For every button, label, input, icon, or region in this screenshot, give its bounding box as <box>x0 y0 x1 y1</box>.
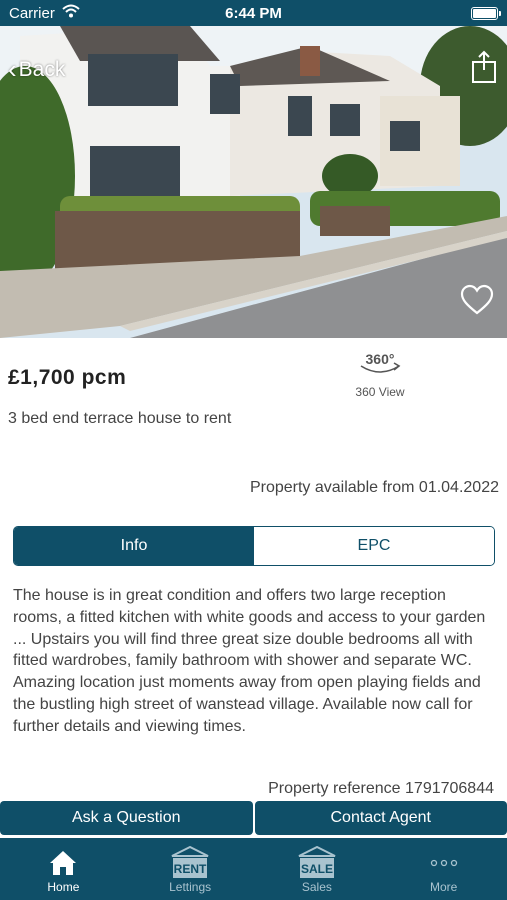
back-button[interactable]: ‹ Back <box>8 54 65 85</box>
rent-sign-text: RENT <box>174 862 207 876</box>
view-360-label: 360 View <box>355 385 405 399</box>
favourite-heart-icon[interactable] <box>459 284 495 316</box>
tab-bar-sales[interactable]: SALE Sales <box>254 838 381 900</box>
more-icon <box>430 859 457 867</box>
view-360-icon: 360° <box>360 351 401 373</box>
status-time: 6:44 PM <box>225 5 282 22</box>
tab-bar-home[interactable]: Home <box>0 838 127 900</box>
property-description: The house is in great condition and offe… <box>13 587 486 735</box>
view-360-badge: 360° <box>366 351 395 367</box>
property-price: £1,700 pcm <box>8 366 127 389</box>
view-360-button[interactable]: 360° 360 View <box>340 348 420 399</box>
tab-bar-lettings-label: Lettings <box>169 880 212 894</box>
property-summary: 3 bed end terrace house to rent <box>8 410 232 427</box>
share-icon[interactable] <box>471 50 497 84</box>
contact-agent-button[interactable]: Contact Agent <box>254 801 507 835</box>
tab-bar-sales-label: Sales <box>301 880 332 894</box>
property-photo[interactable]: ‹ Back <box>0 26 507 338</box>
status-bar: Carrier 6:44 PM <box>0 0 507 26</box>
info-epc-tabs: Info EPC <box>13 526 495 566</box>
battery-icon <box>471 7 501 20</box>
tab-bar-more[interactable]: More <box>380 838 507 900</box>
sale-sign-icon: SALE <box>298 846 336 878</box>
bottom-tab-bar: Home RENT Lettings SALE Sales More <box>0 838 507 900</box>
action-bar: Ask a Question Contact Agent <box>0 801 507 835</box>
tab-bar-more-label: More <box>429 880 458 894</box>
tab-bar-lettings[interactable]: RENT Lettings <box>127 838 254 900</box>
tab-info[interactable]: Info <box>14 527 254 565</box>
back-label: Back <box>18 57 66 81</box>
chevron-left-icon: ‹ <box>8 54 17 84</box>
tab-bar-home-label: Home <box>47 880 80 894</box>
tab-epc[interactable]: EPC <box>254 527 494 565</box>
sale-sign-text: SALE <box>301 862 333 876</box>
ask-question-button[interactable]: Ask a Question <box>0 801 253 835</box>
property-reference: Property reference 1791706844 <box>268 780 494 797</box>
rent-sign-icon: RENT <box>171 846 209 878</box>
house-photo <box>0 26 507 338</box>
availability-text: Property available from 01.04.2022 <box>249 479 499 496</box>
home-icon <box>50 851 77 875</box>
